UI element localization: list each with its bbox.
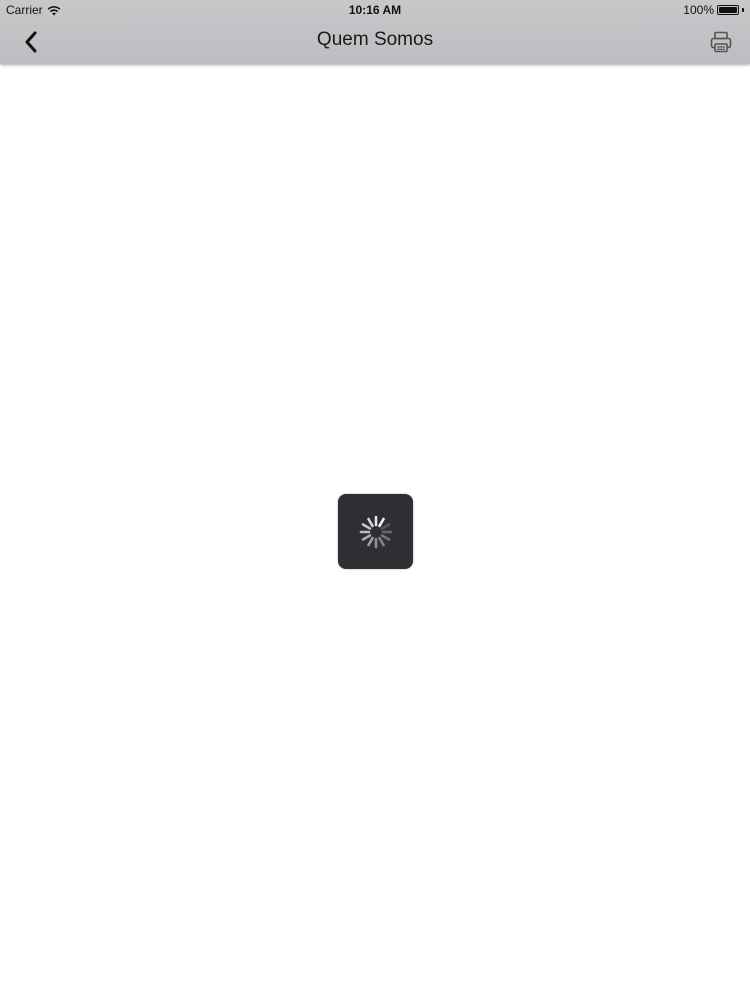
- spinner-spoke: [361, 533, 371, 541]
- battery-group: 100%: [683, 3, 744, 17]
- battery-fill: [719, 7, 737, 13]
- loading-hud: [338, 494, 413, 569]
- spinner-spoke: [380, 533, 390, 541]
- spinner-spoke: [366, 536, 374, 546]
- spinner-spoke: [377, 517, 385, 527]
- spinner-spoke: [380, 522, 390, 530]
- battery-tip: [742, 8, 744, 12]
- navigation-bar: Quem Somos: [0, 20, 750, 64]
- spinner-spoke: [361, 522, 371, 530]
- printer-icon: [710, 31, 732, 53]
- status-bar: Carrier 10:16 AM 100%: [0, 0, 750, 20]
- activity-spinner-icon: [359, 515, 392, 548]
- clock: 10:16 AM: [348, 3, 402, 17]
- page-title: Quem Somos: [316, 29, 434, 50]
- spinner-spoke: [377, 536, 385, 546]
- spinner-spoke: [366, 517, 374, 527]
- battery-percent: 100%: [683, 3, 714, 17]
- battery-icon: [717, 5, 739, 15]
- print-button[interactable]: [706, 27, 736, 57]
- header: Carrier 10:16 AM 100% Quem Somos: [0, 0, 750, 64]
